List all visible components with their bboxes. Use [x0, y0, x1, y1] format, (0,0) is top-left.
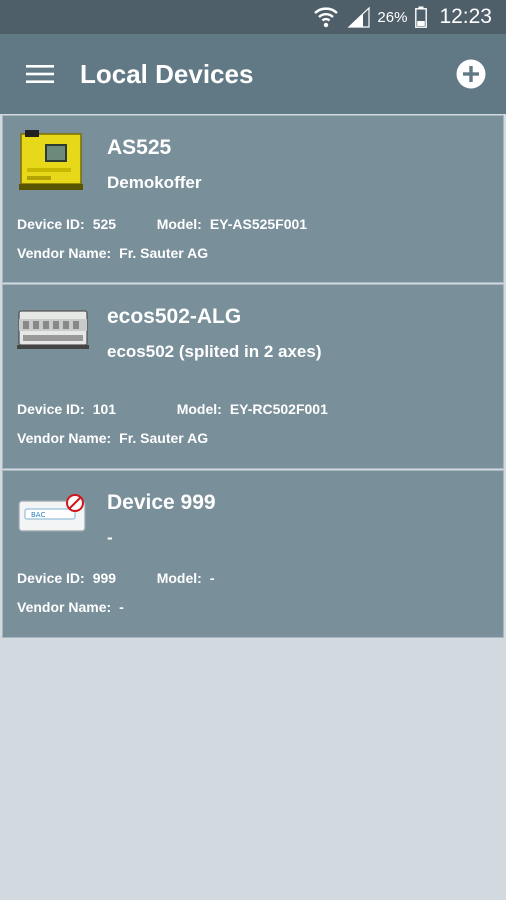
menu-button[interactable] — [20, 54, 60, 94]
din-rail-module-icon — [17, 307, 89, 356]
vendor-row: Vendor Name: Fr. Sauter AG — [17, 245, 208, 261]
battery-percent: 26% — [377, 8, 408, 26]
model-label: Model: — [176, 401, 222, 417]
model-label: Model: — [156, 570, 202, 586]
model-value: EY-RC502F001 — [229, 401, 328, 417]
vendor-label: Vendor Name: — [17, 245, 112, 261]
yellow-controller-icon — [17, 128, 87, 197]
device-id-label: Device ID: — [17, 570, 85, 586]
device-id-value: 999 — [92, 570, 117, 586]
device-card[interactable]: AS525 Demokoffer Device ID: 525 Model: E… — [2, 115, 504, 283]
device-id-value: 525 — [92, 216, 117, 232]
model-value: EY-AS525F001 — [209, 216, 308, 232]
page-title: Local Devices — [80, 58, 254, 89]
device-id-row: Device ID: 999 Model: - — [17, 570, 214, 586]
device-id-label: Device ID: — [17, 216, 85, 232]
battery-icon — [415, 6, 428, 28]
device-description: - — [107, 528, 113, 547]
vendor-value: - — [119, 599, 124, 615]
add-circle-icon — [456, 59, 486, 89]
vendor-label: Vendor Name: — [17, 599, 112, 615]
device-card[interactable]: ecos502-ALG ecos502 (splited in 2 axes) … — [2, 284, 504, 469]
add-device-button[interactable] — [454, 57, 488, 91]
device-description: ecos502 (splited in 2 axes) — [107, 342, 322, 361]
wifi-icon — [313, 5, 339, 29]
model-value: - — [209, 570, 215, 586]
app-bar: Local Devices — [0, 34, 506, 114]
model-label: Model: — [156, 216, 202, 232]
device-name: Device 999 — [107, 491, 216, 514]
svg-text:BAC: BAC — [31, 511, 45, 519]
device-description: Demokoffer — [107, 173, 202, 192]
bacnet-device-icon: BAC — [17, 493, 87, 540]
device-name: ecos502-ALG — [107, 305, 242, 328]
device-id-value: 101 — [92, 401, 117, 417]
signal-icon — [347, 6, 371, 28]
vendor-value: Fr. Sauter AG — [119, 430, 209, 446]
device-id-label: Device ID: — [17, 401, 85, 417]
menu-icon — [26, 65, 54, 83]
vendor-row: Vendor Name: - — [17, 599, 124, 615]
device-id-row: Device ID: 101 Model: EY-RC502F001 — [17, 401, 328, 417]
vendor-row: Vendor Name: Fr. Sauter AG — [17, 430, 208, 446]
vendor-value: Fr. Sauter AG — [119, 245, 209, 261]
device-list: AS525 Demokoffer Device ID: 525 Model: E… — [0, 114, 506, 638]
device-card[interactable]: BAC Device 999 - Device ID: 999 Model: -… — [2, 470, 504, 638]
clock: 12:23 — [439, 5, 492, 28]
status-bar: 26% 12:23 — [0, 0, 506, 34]
device-id-row: Device ID: 525 Model: EY-AS525F001 — [17, 216, 307, 232]
vendor-label: Vendor Name: — [17, 430, 112, 446]
device-name: AS525 — [107, 136, 172, 159]
